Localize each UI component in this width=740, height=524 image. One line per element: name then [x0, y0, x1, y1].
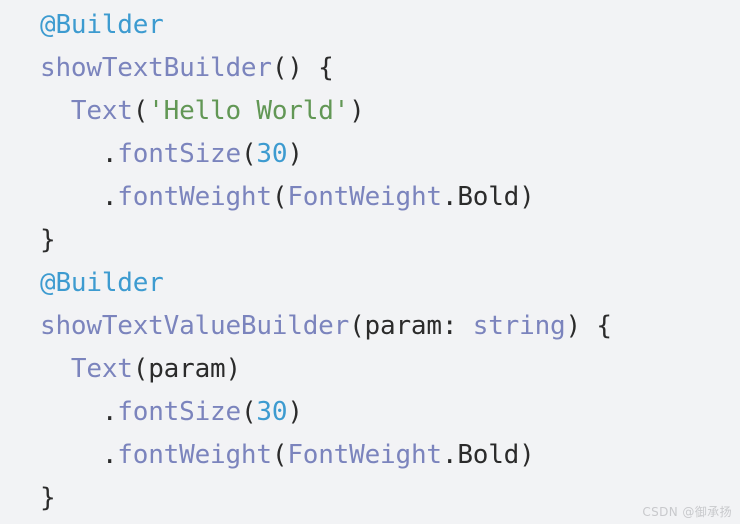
code-token-indent	[40, 354, 71, 384]
code-token-punct: )	[349, 96, 365, 126]
code-token-type: FontWeight	[287, 182, 442, 212]
code-token-punct: (	[240, 397, 257, 427]
code-token-punct: )	[225, 354, 242, 384]
code-token-plain: param	[364, 311, 442, 341]
code-line: .fontSize(30)	[0, 391, 740, 434]
code-token-indent	[40, 182, 102, 212]
code-line: .fontWeight(FontWeight.Bold)	[0, 176, 740, 219]
code-token-punct: .	[101, 440, 118, 470]
code-token-indent	[40, 397, 102, 427]
code-token-punct: (	[240, 139, 257, 169]
code-token-plain: param	[148, 354, 226, 384]
code-token-punct: .	[101, 139, 118, 169]
code-line: .fontSize(30)	[0, 133, 740, 176]
code-token-ident: fontSize	[117, 397, 241, 427]
code-line: showTextValueBuilder(param: string) {	[0, 305, 740, 348]
code-token-decorator: @Builder	[40, 10, 164, 40]
code-token-type: FontWeight	[287, 440, 442, 470]
code-token-ident: fontWeight	[117, 440, 272, 470]
code-token-punct: ) {	[565, 311, 612, 341]
code-token-plain: .Bold)	[441, 440, 535, 470]
code-token-ident: Text	[70, 354, 133, 384]
code-line: Text('Hello World')	[0, 90, 740, 133]
code-token-punct: (	[349, 311, 365, 341]
code-line: }	[0, 477, 740, 520]
code-token-punct: (	[271, 182, 288, 212]
code-token-ident: Text	[70, 96, 133, 126]
code-token-punct: (	[271, 440, 288, 470]
csdn-watermark: CSDN @御承扬	[642, 505, 732, 519]
code-line: @Builder	[0, 262, 740, 305]
code-token-punct: (	[132, 96, 149, 126]
code-token-decorator: @Builder	[40, 268, 164, 298]
code-token-punct: () {	[271, 53, 334, 83]
code-token-ident: fontSize	[117, 139, 241, 169]
code-token-ident: fontWeight	[117, 182, 272, 212]
code-token-punct: )	[287, 139, 303, 169]
code-token-number: 30	[256, 139, 288, 169]
code-line: @Builder	[0, 4, 740, 47]
code-line: Text(param)	[0, 348, 740, 391]
code-line: showTextBuilder() {	[0, 47, 740, 90]
code-token-string: 'Hello World'	[148, 96, 350, 126]
code-token-punct: (	[132, 354, 149, 384]
code-token-punct: }	[40, 483, 56, 513]
code-token-punct: )	[287, 397, 303, 427]
code-token-punct: .	[101, 397, 118, 427]
code-token-ident: showTextBuilder	[40, 53, 272, 83]
code-block[interactable]: @Builder showTextBuilder() { Text('Hello …	[0, 0, 740, 520]
code-token-plain: .Bold)	[441, 182, 535, 212]
code-token-number: 30	[256, 397, 288, 427]
code-line: }	[0, 219, 740, 262]
code-token-ident: showTextValueBuilder	[40, 311, 350, 341]
code-token-punct: .	[101, 182, 118, 212]
code-token-indent	[40, 96, 71, 126]
code-token-punct: }	[40, 225, 56, 255]
code-token-indent	[40, 440, 102, 470]
code-token-indent	[40, 139, 102, 169]
code-token-punct: :	[441, 311, 473, 341]
code-token-type: string	[472, 311, 566, 341]
code-line: .fontWeight(FontWeight.Bold)	[0, 434, 740, 477]
